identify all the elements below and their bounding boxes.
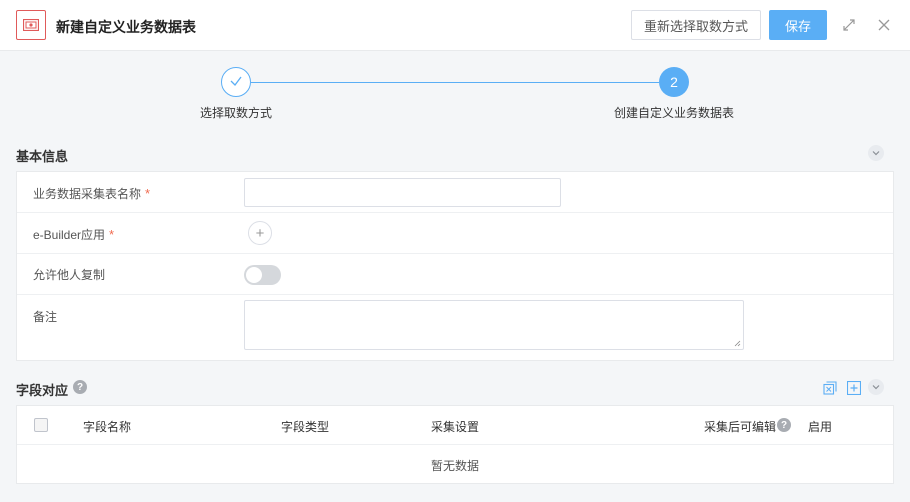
basic-info-title: 基本信息 [16, 149, 69, 164]
help-icon[interactable]: ? [777, 418, 791, 432]
expand-icon[interactable] [841, 17, 857, 33]
resize-grip-icon[interactable] [734, 340, 741, 347]
table-name-input[interactable] [244, 178, 561, 207]
step-2-active: 2 [659, 67, 689, 97]
form-row-remark: 备注 [17, 295, 893, 360]
chevron-down-icon[interactable] [868, 145, 884, 161]
select-all-checkbox[interactable] [34, 418, 48, 432]
allow-copy-toggle[interactable] [244, 265, 281, 285]
field-mapping-table: 字段名称 字段类型 采集设置 采集后可编辑 ? 启用 暂无数据 [16, 405, 894, 484]
form-row-allow-copy: 允许他人复制 [17, 254, 893, 295]
column-header[interactable]: 采集设置 [431, 418, 479, 435]
field-label: e-Builder应用 [33, 228, 106, 242]
empty-state: 暂无数据 [430, 459, 479, 473]
form-row-table-name: 业务数据采集表名称 * [17, 172, 893, 213]
image-frame-icon [16, 10, 46, 40]
chevron-down-icon[interactable] [868, 379, 884, 395]
close-icon[interactable] [876, 17, 892, 33]
page-title: 新建自定义业务数据表 [56, 19, 196, 35]
column-header[interactable]: 字段类型 [281, 418, 329, 435]
step-1-done [221, 67, 251, 97]
remark-textarea[interactable] [244, 300, 744, 350]
required-mark: * [145, 186, 151, 201]
step-connector [251, 82, 659, 83]
basic-info-form: 业务数据采集表名称 * e-Builder应用 * + 允许他人复制 备注 [16, 171, 894, 361]
column-header[interactable]: 字段名称 [83, 418, 131, 435]
required-mark: * [109, 227, 115, 242]
save-button[interactable]: 保存 [769, 10, 827, 40]
form-row-ebuilder-app: e-Builder应用 * + [17, 213, 893, 254]
reselect-method-button[interactable]: 重新选择取数方式 [631, 10, 761, 40]
step-1-label: 选择取数方式 [199, 106, 272, 120]
toggle-knob [246, 267, 262, 283]
column-header[interactable]: 采集后可编辑 [704, 418, 776, 435]
add-square-icon[interactable] [846, 380, 862, 396]
help-icon[interactable]: ? [73, 380, 87, 394]
column-header[interactable]: 启用 [808, 418, 832, 435]
add-app-button[interactable]: + [248, 221, 272, 245]
field-label: 业务数据采集表名称 [33, 187, 142, 201]
field-label: 允许他人复制 [33, 268, 106, 282]
check-icon [229, 74, 243, 91]
field-mapping-title: 字段对应 [16, 383, 69, 398]
table-header: 字段名称 字段类型 采集设置 采集后可编辑 ? 启用 [17, 406, 893, 445]
dialog-header: 新建自定义业务数据表 重新选择取数方式 保存 [0, 0, 910, 51]
field-label: 备注 [33, 310, 58, 324]
copy-icon[interactable] [823, 381, 837, 395]
step-2-label: 创建自定义业务数据表 [613, 106, 734, 120]
